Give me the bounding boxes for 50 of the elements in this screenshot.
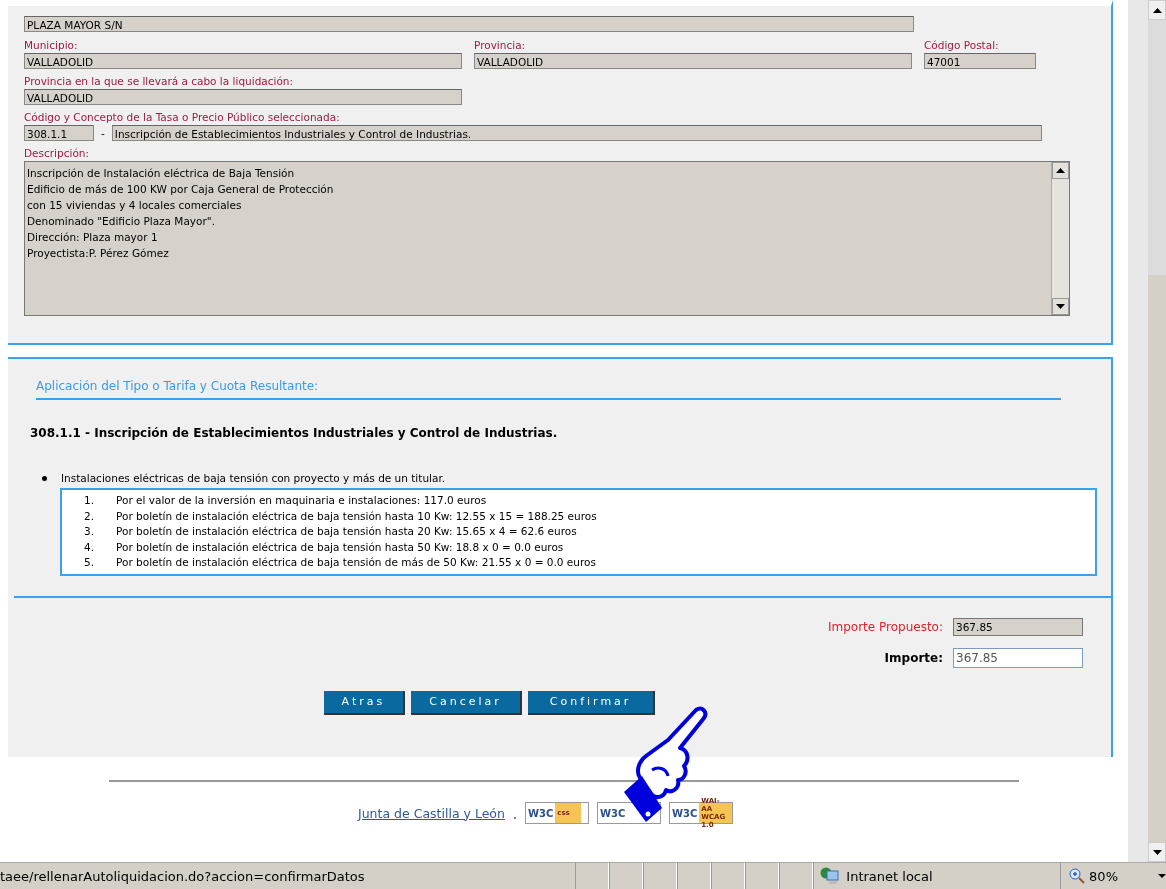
computer-icon (820, 867, 841, 885)
concept-field[interactable]: Inscripción de Establecimientos Industriales y Control de Industrias. (111, 125, 1042, 141)
amount-field[interactable]: 367.85 (953, 647, 1083, 668)
zoom-control[interactable]: 80% (1060, 863, 1166, 889)
calculation-text: Por boletín de instalación eléctrica de baja tensión hasta 10 Kw: 12.55 x 15 = 188.25 euros (116, 508, 597, 524)
calculation-text: Por boletín de instalación eléctrica de baja tensión de más de 50 Kw: 21.55 x 0 = 0.0 euros (116, 555, 596, 570)
item-number: 4. (84, 539, 96, 555)
item-number: 3. (84, 524, 96, 539)
province-field[interactable]: VALLADOLID (24, 89, 462, 105)
separator-text: - (101, 127, 105, 139)
amount-label: Importe Propuesto: (828, 619, 943, 634)
text-field[interactable]: 47001 (924, 53, 1036, 69)
address-field[interactable]: PLAZA MAYOR S/N (24, 16, 914, 32)
form-button[interactable]: Confirmar (527, 690, 656, 715)
description-field[interactable]: Inscripción de Instalación eléctrica de Baja Tensión Edificio de más de 100 KW por Caja General de Protección con 15 viviendas y 4 locales comerciales Denominado "Edificio Plaza Mayor". Dirección: Plaza mayor 1 Proyectista:P. Pérez Gómez (24, 161, 1070, 316)
down-arrow-icon[interactable] (1056, 304, 1065, 309)
text-field[interactable]: VALLADOLID (474, 53, 912, 69)
field-label: Código Postal: (924, 39, 1000, 52)
page-scrollbar[interactable] (1128, 0, 1166, 862)
item-number: 1. (84, 493, 96, 508)
scrollbar[interactable] (1051, 162, 1069, 315)
bullet-icon (42, 475, 47, 481)
item-number: 2. (84, 508, 96, 524)
zone-text: Intranet local (846, 868, 933, 884)
status-url: taee/rellenarAutoliquidacion.do?accion=confirmarDatos (0, 868, 366, 884)
code-field[interactable]: 308.1.1 (24, 125, 94, 141)
form-button[interactable]: Atras (323, 690, 406, 715)
text-field[interactable]: VALLADOLID (24, 53, 462, 69)
fee-heading: 308.1.1 - Inscripción de Establecimientos Industriales y Control de Industrias. (30, 426, 559, 440)
calculation-text: Por el valor de la inversión en maquinaria e instalaciones: 117.0 euros (116, 493, 487, 508)
field-label: Descripción: (24, 147, 90, 160)
field-label: Código y Concepto de la Tasa o Precio Público seleccionada: (24, 111, 341, 124)
calculation-text: Por boletín de instalación eléctrica de baja tensión hasta 20 Kw: 15.65 x 4 = 62.6 euros (116, 524, 577, 539)
field-label: Provincia: (474, 39, 527, 52)
footer-link[interactable]: Junta de Castilla y León (358, 805, 505, 821)
field-label: Provincia en la que se llevará a cabo la liquidación: (24, 75, 295, 88)
caret-icon[interactable] (1158, 874, 1166, 878)
amount-label: Importe: (884, 650, 943, 665)
magnifier-icon (1069, 868, 1086, 884)
field-label: Municipio: (24, 39, 79, 52)
amount-field[interactable]: 367.85 (953, 617, 1083, 636)
down-arrow-icon[interactable] (1152, 849, 1162, 855)
up-arrow-icon[interactable] (1056, 168, 1065, 173)
section-title: Aplicación del Tipo o Tarifa y Cuota Resultante: (36, 379, 1061, 400)
up-arrow-icon[interactable] (1152, 7, 1162, 13)
separator-text: . (512, 809, 517, 821)
bullet-text: Instalaciones eléctricas de baja tensión con proyecto y más de un titular. (61, 472, 446, 484)
calculation-text: Por boletín de instalación eléctrica de baja tensión hasta 50 Kw: 18.8 x 0 = 0.0 euros (116, 539, 564, 555)
form-button[interactable]: Cancelar (411, 690, 522, 715)
item-number: 5. (84, 555, 96, 570)
